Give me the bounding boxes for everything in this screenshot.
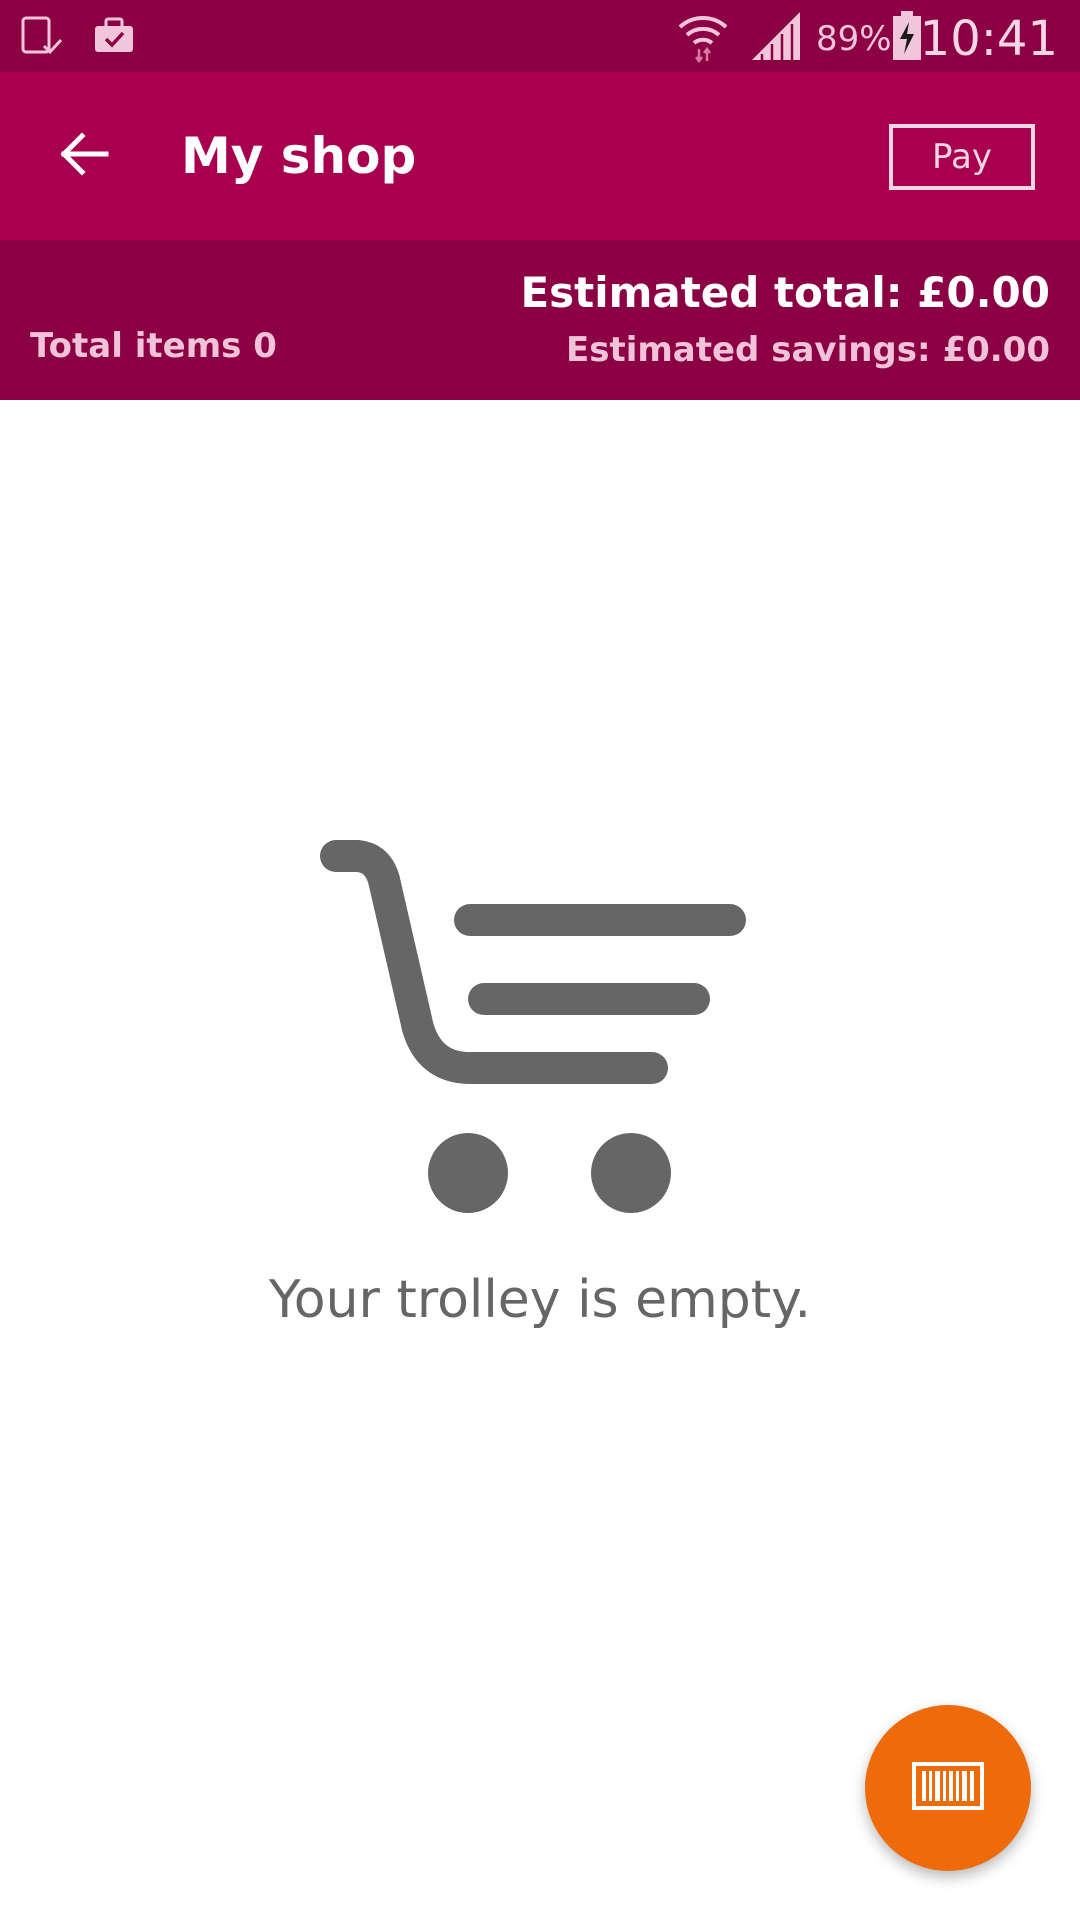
briefcase-check-icon [92,0,136,72]
back-button[interactable] [44,116,124,196]
device-check-icon [20,0,64,72]
estimated-savings: Estimated savings: £0.00 [566,330,1050,370]
trolley-icon [320,836,760,1216]
battery-charging-icon [892,0,922,72]
signal-icon [750,0,802,72]
empty-trolley-message: Your trolley is empty. [268,1270,812,1330]
total-items: Total items 0 [30,326,277,366]
summary-bar [0,240,1080,400]
status-bar: 89% 10:41 [0,0,1080,72]
scan-barcode-button[interactable] [865,1705,1031,1871]
arrow-left-icon [58,128,110,184]
clock: 10:41 [919,11,1058,67]
wifi-icon [676,0,730,72]
app-bar: My shop Pay [0,72,1080,240]
estimated-total: Estimated total: £0.00 [520,268,1050,317]
pay-button[interactable]: Pay [889,124,1035,190]
barcode-icon [912,1762,984,1814]
battery-percent: 89% [816,19,892,59]
page-title: My shop [181,127,417,185]
